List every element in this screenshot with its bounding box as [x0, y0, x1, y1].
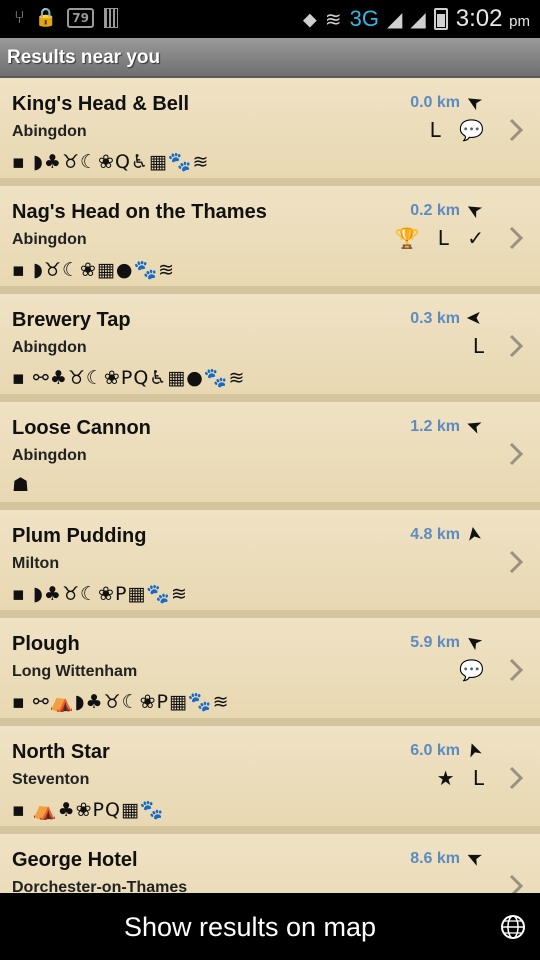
- pub-name: North Star: [12, 741, 110, 763]
- chevron-right-icon: [509, 658, 524, 682]
- pub-town: Abingdon: [12, 447, 87, 464]
- list-item[interactable]: Plough Long Wittenham ▪ ⚯⛺◗♣♉☾❀P▦🐾≋ 5.9 …: [0, 618, 540, 726]
- network-type: 3G: [349, 6, 379, 31]
- list-item[interactable]: Plum Pudding Milton ▪ ◗♣♉☾❀P▦🐾≋ 4.8 km ➤: [0, 510, 540, 618]
- distance-label: 8.6 km: [410, 850, 460, 867]
- sd-card-icon: [103, 7, 118, 28]
- chevron-right-icon: [509, 226, 524, 250]
- amenity-icons: ▪ ◗♣♉☾❀P▦🐾≋: [12, 583, 188, 605]
- amenity-icons: ▪ ⚯♣♉☾❀PQ♿▦●🐾≋: [12, 367, 246, 389]
- results-header: Results near you: [0, 38, 540, 78]
- pub-name: Loose Cannon: [12, 417, 151, 439]
- pub-town: Long Wittenham: [12, 663, 138, 680]
- list-item[interactable]: North Star Steventon ▪ ⛺♣❀PQ▦🐾 6.0 km ➤ …: [0, 726, 540, 834]
- signal-icon: ◢: [386, 7, 403, 31]
- list-item[interactable]: Brewery Tap Abingdon ▪ ⚯♣♉☾❀PQ♿▦●🐾≋ 0.3 …: [0, 294, 540, 402]
- clock-time: 3:02: [455, 5, 503, 32]
- results-list[interactable]: King's Head & Bell Abingdon ▪ ◗♣♉☾❀Q♿▦🐾≋…: [0, 78, 540, 893]
- pub-name: Nag's Head on the Thames: [12, 201, 267, 223]
- list-item[interactable]: Loose Cannon Abingdon ☗ 1.2 km ➤: [0, 402, 540, 510]
- show-on-map-button[interactable]: Show results on map: [0, 893, 540, 960]
- direction-arrow-icon: ➤: [460, 738, 488, 762]
- distance-label: 5.9 km: [410, 634, 460, 651]
- globe-icon[interactable]: [500, 914, 526, 940]
- distance-label: 4.8 km: [410, 526, 460, 543]
- feature-badges: ★ L: [436, 766, 490, 790]
- pub-town: Abingdon: [12, 123, 87, 140]
- pub-town: Abingdon: [12, 231, 87, 248]
- pub-town: Milton: [12, 555, 60, 572]
- pub-town: Steventon: [12, 771, 90, 788]
- pub-name: Plum Pudding: [12, 525, 147, 547]
- direction-arrow-icon: ➤: [461, 196, 487, 224]
- feature-badges: 🏆 L ✓: [394, 226, 490, 250]
- amenity-icons: ☗: [12, 474, 31, 496]
- chevron-right-icon: [509, 550, 524, 574]
- feature-badges: 💬: [459, 658, 490, 682]
- list-item[interactable]: George Hotel Dorchester-on-Thames 8.6 km…: [0, 834, 540, 893]
- distance-label: 0.2 km: [410, 202, 460, 219]
- amenity-icons: ▪ ◗♉☾❀▦●🐾≋: [12, 259, 176, 281]
- direction-arrow-icon: ➤: [461, 524, 487, 544]
- show-on-map-label: Show results on map: [123, 912, 377, 942]
- distance-label: 6.0 km: [410, 742, 460, 759]
- chevron-right-icon: [509, 334, 524, 358]
- chevron-right-icon: [509, 874, 524, 893]
- pub-name: Plough: [12, 633, 80, 655]
- clock: 3:02 pm: [456, 5, 530, 33]
- pub-town: Abingdon: [12, 339, 87, 356]
- status-bar: ⑂ 🔒 79 ⬥ ≋ 3G ◢ ◢ 3:02 pm: [0, 0, 540, 38]
- direction-arrow-icon: ➤: [461, 88, 487, 116]
- chevron-right-icon: [509, 442, 524, 466]
- amenity-icons: ▪ ⚯⛺◗♣♉☾❀P▦🐾≋: [12, 691, 230, 713]
- lock-icon: 🔒: [34, 7, 58, 28]
- status-left-icons: ⑂ 🔒 79: [14, 7, 118, 28]
- distance-label: 0.3 km: [410, 310, 460, 327]
- location-icon: ⬥: [302, 7, 317, 31]
- list-item[interactable]: King's Head & Bell Abingdon ▪ ◗♣♉☾❀Q♿▦🐾≋…: [0, 78, 540, 186]
- direction-arrow-icon: ➤: [461, 628, 487, 656]
- feature-badges: L 💬: [429, 118, 490, 142]
- clock-ampm: pm: [509, 13, 530, 30]
- wifi-icon: ≋: [324, 7, 342, 31]
- distance-label: 1.2 km: [410, 418, 460, 435]
- pub-name: King's Head & Bell: [12, 93, 190, 115]
- notification-count-icon: 79: [67, 7, 94, 28]
- amenity-icons: ▪ ◗♣♉☾❀Q♿▦🐾≋: [12, 151, 210, 173]
- status-right-icons: ⬥ ≋ 3G ◢ ◢ 3:02 pm: [303, 5, 530, 33]
- usb-icon: ⑂: [14, 7, 25, 28]
- chevron-right-icon: [509, 766, 524, 790]
- no-signal-icon: ◢: [410, 7, 426, 31]
- pub-town: Dorchester-on-Thames: [12, 879, 188, 893]
- page-title: Results near you: [7, 47, 161, 68]
- chevron-right-icon: [509, 118, 524, 142]
- list-item[interactable]: Nag's Head on the Thames Abingdon ▪ ◗♉☾❀…: [0, 186, 540, 294]
- amenity-icons: ▪ ⛺♣❀PQ▦🐾: [12, 799, 165, 821]
- direction-arrow-icon: ➤: [466, 307, 482, 329]
- direction-arrow-icon: ➤: [462, 412, 486, 440]
- pub-name: George Hotel: [12, 849, 138, 871]
- feature-badges: L: [472, 334, 490, 358]
- direction-arrow-icon: ➤: [462, 844, 486, 872]
- pub-name: Brewery Tap: [12, 309, 131, 331]
- distance-label: 0.0 km: [410, 94, 460, 111]
- battery-icon: [433, 8, 448, 30]
